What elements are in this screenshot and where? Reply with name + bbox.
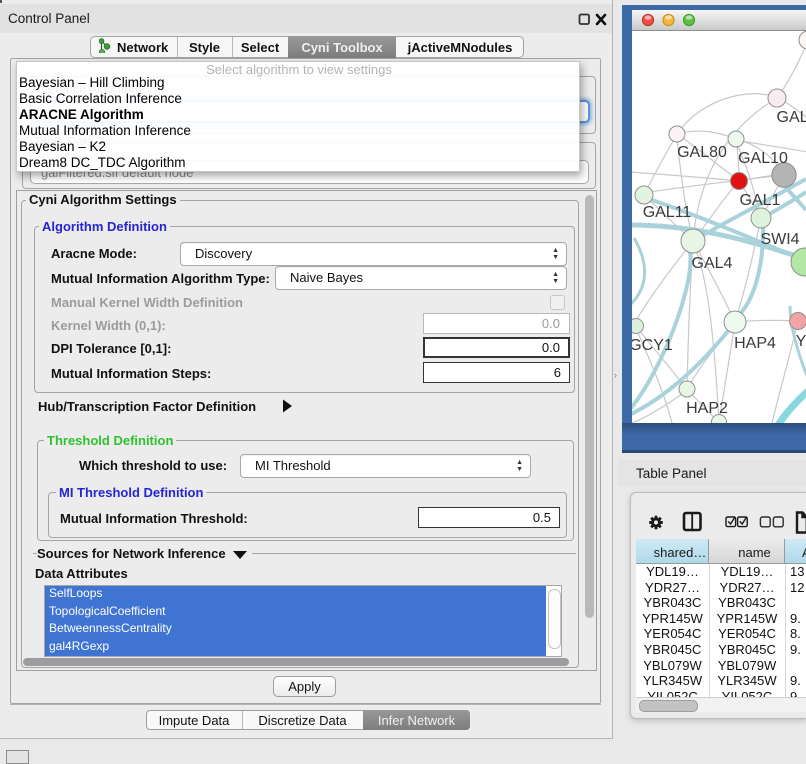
svg-text:SWI4: SWI4 (760, 231, 799, 248)
svg-text:HAP2: HAP2 (686, 400, 728, 417)
svg-text:GCY1: GCY1 (632, 337, 673, 354)
svg-text:GAL1: GAL1 (740, 192, 781, 209)
svg-text:GAL10: GAL10 (738, 150, 788, 167)
svg-text:YJ: YJ (796, 333, 806, 350)
svg-text:GAL80: GAL80 (677, 144, 727, 161)
svg-text:HAP4: HAP4 (734, 335, 776, 352)
svg-text:GAL7: GAL7 (777, 109, 806, 126)
svg-text:GAL4: GAL4 (692, 255, 733, 272)
svg-text:GAL11: GAL11 (643, 204, 692, 221)
